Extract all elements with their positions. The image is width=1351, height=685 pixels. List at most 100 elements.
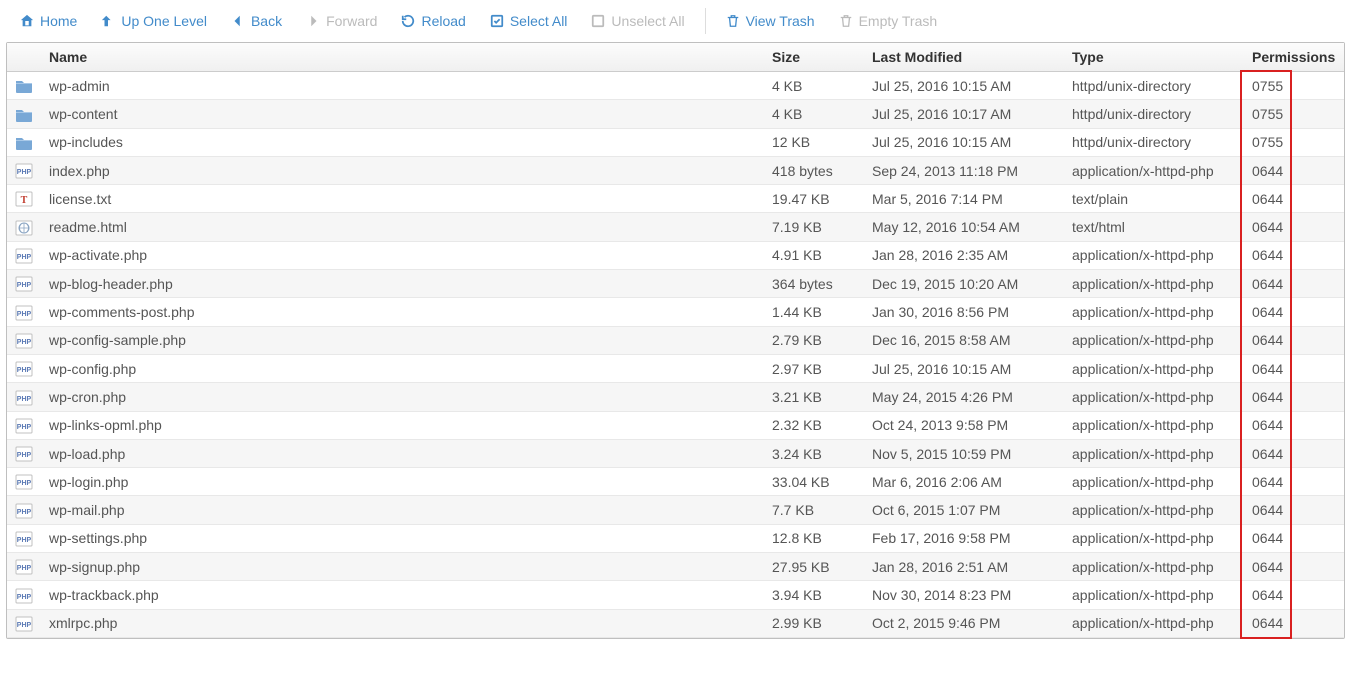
file-modified: Mar 6, 2016 2:06 AM (864, 468, 1064, 496)
file-permissions: 0644 (1244, 496, 1344, 524)
file-size: 2.99 KB (764, 609, 864, 637)
svg-text:T: T (21, 195, 28, 206)
file-modified: Jan 28, 2016 2:35 AM (864, 241, 1064, 269)
svg-text:PHP: PHP (17, 339, 32, 346)
file-name[interactable]: wp-comments-post.php (41, 298, 764, 326)
file-size: 4.91 KB (764, 241, 864, 269)
file-name[interactable]: wp-content (41, 100, 764, 128)
file-icon-cell: PHP (7, 553, 41, 581)
php-icon: PHP (15, 248, 33, 264)
file-name[interactable]: wp-activate.php (41, 241, 764, 269)
table-row[interactable]: wp-includes12 KBJul 25, 2016 10:15 AMhtt… (7, 128, 1344, 156)
file-type: application/x-httpd-php (1064, 241, 1244, 269)
check-square-icon (490, 14, 504, 28)
file-name[interactable]: wp-login.php (41, 468, 764, 496)
table-row[interactable]: PHPwp-blog-header.php364 bytesDec 19, 20… (7, 270, 1344, 298)
forward-button: Forward (296, 9, 387, 33)
php-icon: PHP (15, 361, 33, 377)
table-row[interactable]: PHPwp-links-opml.php2.32 KBOct 24, 2013 … (7, 411, 1344, 439)
table-row[interactable]: PHPwp-cron.php3.21 KBMay 24, 2015 4:26 P… (7, 383, 1344, 411)
file-name[interactable]: readme.html (41, 213, 764, 241)
php-icon: PHP (15, 474, 33, 490)
file-name[interactable]: wp-cron.php (41, 383, 764, 411)
file-type: application/x-httpd-php (1064, 609, 1244, 637)
table-row[interactable]: PHPwp-login.php33.04 KBMar 6, 2016 2:06 … (7, 468, 1344, 496)
svg-text:PHP: PHP (17, 594, 32, 601)
table-row[interactable]: PHPxmlrpc.php2.99 KBOct 2, 2015 9:46 PMa… (7, 609, 1344, 637)
file-name[interactable]: wp-settings.php (41, 524, 764, 552)
file-name[interactable]: index.php (41, 156, 764, 184)
toolbar-separator (705, 8, 706, 34)
table-row[interactable]: PHPwp-config.php2.97 KBJul 25, 2016 10:1… (7, 354, 1344, 382)
folder-icon (15, 78, 33, 94)
reload-button[interactable]: Reload (391, 9, 475, 33)
file-name[interactable]: wp-config.php (41, 354, 764, 382)
file-name[interactable]: wp-includes (41, 128, 764, 156)
table-row[interactable]: PHPwp-trackback.php3.94 KBNov 30, 2014 8… (7, 581, 1344, 609)
column-header-size[interactable]: Size (764, 43, 864, 72)
file-permissions: 0755 (1244, 72, 1344, 100)
column-header-modified[interactable]: Last Modified (864, 43, 1064, 72)
table-row[interactable]: PHPwp-signup.php27.95 KBJan 28, 2016 2:5… (7, 553, 1344, 581)
folder-icon (15, 107, 33, 123)
toolbar-label: Empty Trash (859, 13, 938, 29)
up-one-level-button[interactable]: Up One Level (91, 9, 217, 33)
back-button[interactable]: Back (221, 9, 292, 33)
svg-text:PHP: PHP (17, 537, 32, 544)
php-icon: PHP (15, 531, 33, 547)
file-name[interactable]: wp-signup.php (41, 553, 764, 581)
column-header-type[interactable]: Type (1064, 43, 1244, 72)
file-name[interactable]: wp-trackback.php (41, 581, 764, 609)
select-all-button[interactable]: Select All (480, 9, 578, 33)
view-trash-button[interactable]: View Trash (716, 9, 825, 33)
file-icon-cell (7, 100, 41, 128)
svg-text:PHP: PHP (17, 311, 32, 318)
table-row[interactable]: wp-admin4 KBJul 25, 2016 10:15 AMhttpd/u… (7, 72, 1344, 100)
table-row[interactable]: Tlicense.txt19.47 KBMar 5, 2016 7:14 PMt… (7, 185, 1344, 213)
file-type: application/x-httpd-php (1064, 553, 1244, 581)
file-size: 7.19 KB (764, 213, 864, 241)
file-name[interactable]: wp-load.php (41, 439, 764, 467)
table-row[interactable]: PHPindex.php418 bytesSep 24, 2013 11:18 … (7, 156, 1344, 184)
table-row[interactable]: readme.html7.19 KBMay 12, 2016 10:54 AMt… (7, 213, 1344, 241)
table-row[interactable]: PHPwp-load.php3.24 KBNov 5, 2015 10:59 P… (7, 439, 1344, 467)
file-modified: Jul 25, 2016 10:17 AM (864, 100, 1064, 128)
table-row[interactable]: PHPwp-mail.php7.7 KBOct 6, 2015 1:07 PMa… (7, 496, 1344, 524)
file-name[interactable]: wp-config-sample.php (41, 326, 764, 354)
file-name[interactable]: wp-mail.php (41, 496, 764, 524)
table-row[interactable]: PHP wp-activate.php4.91 KBJan 28, 2016 2:… (7, 241, 1344, 269)
toolbar: Home Up One Level Back Forward Reload Se… (0, 0, 1351, 42)
square-icon (591, 14, 605, 28)
file-modified: Jan 30, 2016 8:56 PM (864, 298, 1064, 326)
file-modified: Jul 25, 2016 10:15 AM (864, 128, 1064, 156)
table-row[interactable]: PHPwp-comments-post.php1.44 KBJan 30, 20… (7, 298, 1344, 326)
column-header-permissions[interactable]: Permissions (1244, 43, 1344, 72)
file-type: httpd/unix-directory (1064, 128, 1244, 156)
php-icon: PHP (15, 305, 33, 321)
reload-icon (401, 14, 415, 28)
file-name[interactable]: license.txt (41, 185, 764, 213)
column-header-name[interactable]: Name (41, 43, 764, 72)
svg-text:PHP: PHP (17, 509, 32, 516)
file-size: 4 KB (764, 72, 864, 100)
table-header-row: Name Size Last Modified Type Permissions (7, 43, 1344, 72)
file-name[interactable]: wp-links-opml.php (41, 411, 764, 439)
file-name[interactable]: wp-admin (41, 72, 764, 100)
trash-icon (839, 14, 853, 28)
table-row[interactable]: PHPwp-settings.php12.8 KBFeb 17, 2016 9:… (7, 524, 1344, 552)
column-header-icon[interactable] (7, 43, 41, 72)
file-type: application/x-httpd-php (1064, 468, 1244, 496)
table-row[interactable]: wp-content4 KBJul 25, 2016 10:17 AMhttpd… (7, 100, 1344, 128)
file-name[interactable]: xmlrpc.php (41, 609, 764, 637)
table-row[interactable]: PHPwp-config-sample.php2.79 KBDec 16, 20… (7, 326, 1344, 354)
file-name[interactable]: wp-blog-header.php (41, 270, 764, 298)
toolbar-label: Reload (421, 13, 465, 29)
html-icon (15, 220, 33, 236)
home-icon (20, 14, 34, 28)
svg-text:PHP: PHP (17, 367, 32, 374)
file-permissions: 0644 (1244, 156, 1344, 184)
file-size: 2.32 KB (764, 411, 864, 439)
file-table: Name Size Last Modified Type Permissions… (7, 43, 1344, 638)
file-type: text/html (1064, 213, 1244, 241)
home-button[interactable]: Home (10, 9, 87, 33)
